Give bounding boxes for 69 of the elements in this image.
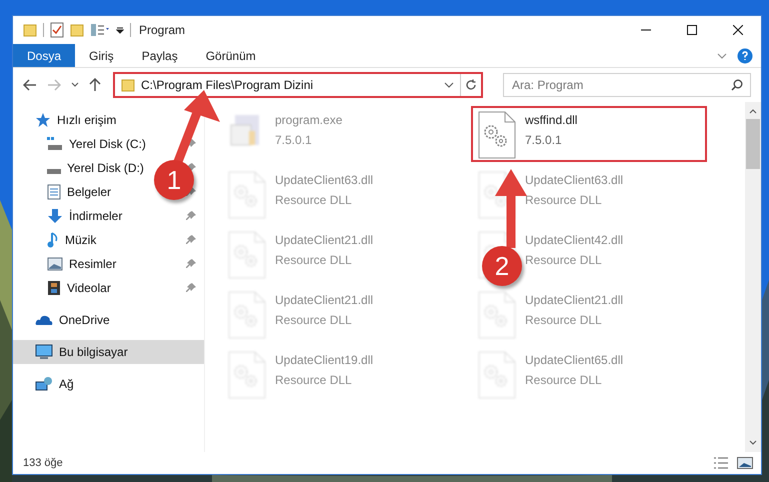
scroll-up-icon[interactable] — [749, 108, 757, 114]
pin-icon — [186, 283, 196, 293]
file-detail: Resource DLL — [275, 252, 353, 269]
film-icon — [47, 280, 61, 296]
checklist-icon[interactable] — [50, 22, 64, 38]
file-detail: Resource DLL — [275, 192, 353, 209]
scroll-down-icon[interactable] — [749, 440, 757, 446]
drive-icon — [47, 137, 63, 151]
chevron-down-icon[interactable] — [717, 52, 727, 58]
sidebar-item[interactable]: Ağ — [13, 372, 204, 396]
pin-icon — [186, 139, 196, 149]
drive-icon — [47, 168, 61, 174]
network-icon — [35, 376, 53, 392]
thumbnails-view-icon[interactable] — [737, 457, 753, 469]
window-title: Program — [139, 22, 186, 39]
sidebar-item[interactable]: Yerel Disk (C:) — [13, 132, 204, 156]
star-icon — [35, 112, 51, 128]
settings-file-icon — [477, 291, 517, 339]
ribbon-tab[interactable]: Paylaş — [128, 44, 192, 67]
maximize-icon — [687, 25, 697, 35]
music-note-icon — [47, 232, 59, 248]
ribbon-tab[interactable]: Giriş — [75, 44, 128, 67]
sidebar-item[interactable]: Resimler — [13, 252, 204, 276]
settings-file-icon — [477, 111, 517, 159]
scrollbar[interactable] — [745, 102, 761, 452]
sidebar-item[interactable]: OneDrive — [13, 308, 204, 332]
sidebar-item[interactable]: Müzik — [13, 228, 204, 252]
search-icon — [731, 79, 743, 91]
chevron-down-icon[interactable] — [444, 82, 454, 88]
item-count: 133 öğe — [23, 456, 63, 471]
file-detail: Resource DLL — [525, 252, 603, 269]
search-field[interactable]: Ara: Program — [503, 73, 751, 97]
ribbon-tab[interactable]: Görünüm — [192, 44, 270, 67]
file-name[interactable]: wsffind.dll — [525, 111, 578, 129]
sidebar-item[interactable]: Hızlı erişim — [13, 108, 204, 132]
monitor-icon — [35, 344, 53, 360]
properties-icon[interactable] — [90, 23, 110, 37]
document-icon — [47, 184, 61, 200]
details-view-icon[interactable] — [713, 457, 729, 469]
refresh-icon[interactable] — [465, 79, 477, 91]
scroll-thumb[interactable] — [746, 119, 760, 169]
file-detail: Resource DLL — [275, 372, 353, 389]
pin-icon — [186, 211, 196, 221]
image-icon — [47, 257, 63, 271]
file-detail: Resource DLL — [525, 312, 603, 329]
up-arrow-icon[interactable] — [89, 78, 101, 92]
folder-icon — [23, 23, 37, 37]
help-icon[interactable] — [737, 48, 753, 64]
file-detail: Resource DLL — [275, 312, 353, 329]
sidebar-item[interactable]: Videolar — [13, 276, 204, 300]
sidebar-item[interactable]: İndirmeler — [13, 204, 204, 228]
address-field[interactable]: C:\Program Files\Program Dizini — [113, 72, 483, 98]
pin-icon — [186, 259, 196, 269]
sidebar-item[interactable]: Bu bilgisayar — [13, 340, 204, 364]
close-icon — [733, 25, 743, 35]
folder-icon — [121, 78, 135, 92]
back-arrow-icon[interactable] — [23, 79, 37, 91]
chevron-down-icon[interactable] — [71, 82, 79, 88]
dropdown-icon[interactable] — [116, 26, 124, 34]
minimize-icon — [641, 29, 651, 31]
pin-icon — [186, 235, 196, 245]
file-detail: 7.5.0.1 — [525, 132, 563, 149]
file-detail: Resource DLL — [525, 192, 603, 209]
ribbon-tab[interactable]: Dosya — [13, 44, 76, 67]
address-path: C:\Program Files\Program Dizini — [141, 77, 314, 94]
cloud-icon — [35, 313, 53, 327]
file-detail: 7.5.0.1 — [275, 132, 313, 149]
file-detail: Resource DLL — [525, 372, 603, 389]
download-icon — [47, 208, 63, 224]
